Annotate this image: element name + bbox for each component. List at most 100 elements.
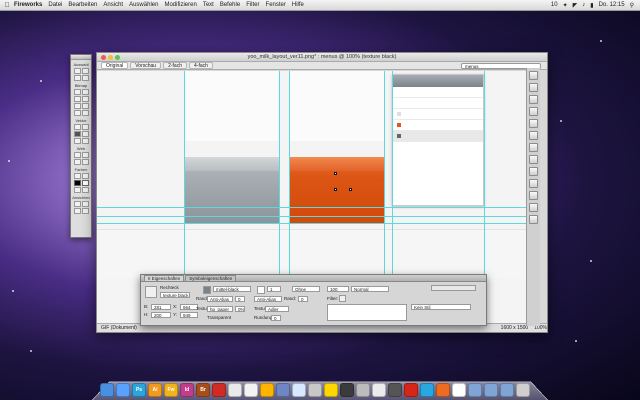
paint-bucket-tool-icon[interactable] [81,173,89,179]
adium-icon[interactable] [324,383,338,397]
menu-filter[interactable]: Filter [246,2,259,8]
hide-slices-icon[interactable] [73,159,81,165]
selection-handle[interactable] [334,188,337,191]
find-panel-icon[interactable] [529,203,538,212]
h-field[interactable]: 200 [151,312,171,318]
default-colors-icon[interactable] [73,187,81,193]
layers-panel-icon[interactable] [529,83,538,92]
magic-wand-tool-icon[interactable] [73,96,81,102]
window-titlebar[interactable]: yoo_milk_layout_ver11.png* : menus @ 100… [97,53,547,62]
dropdown-menu-graphic[interactable] [392,74,484,206]
wifi-icon[interactable]: ◤ [573,2,578,9]
menu-datei[interactable]: Datei [48,2,62,8]
skype-icon[interactable] [420,383,434,397]
grey-button-graphic[interactable] [184,157,279,223]
tab-4-fach[interactable]: 4-fach [189,62,213,69]
lasso-tool-icon[interactable] [81,89,89,95]
bridge-icon[interactable]: Br [196,383,210,397]
tab-eigenschaften[interactable]: II Eigenschaften [144,275,185,281]
fill-color-swatch[interactable] [81,180,89,186]
fill-color-well[interactable] [203,286,211,294]
add-filter-icon[interactable] [339,295,346,302]
tools-palette-titlebar[interactable] [71,55,91,60]
bluetooth-icon[interactable]: ✦ [563,2,568,9]
blend-mode-select[interactable]: Normal [351,286,389,292]
slice-tool-icon[interactable] [81,152,89,158]
styles-panel-icon[interactable] [529,119,538,128]
align-panel-icon[interactable] [529,215,538,224]
orange-button-graphic[interactable] [289,157,384,223]
pencil-tool-icon[interactable] [73,103,81,109]
app-menu[interactable]: Fireworks [14,2,42,8]
color-mixer-icon[interactable] [529,155,538,164]
object-name-field[interactable]: texture black [160,292,190,298]
folder-icon[interactable] [484,383,498,397]
spotlight-icon[interactable]: ⚲ [630,2,634,9]
pencil-size-field[interactable]: 1 [267,286,281,292]
full-screen-icon[interactable] [81,201,89,207]
swatches-panel-icon[interactable] [529,167,538,176]
tab-original[interactable]: Original [101,62,129,69]
trash-icon[interactable] [516,383,530,397]
menu-ansicht[interactable]: Ansicht [103,2,123,8]
ical-icon[interactable] [356,383,370,397]
app-icon[interactable] [436,383,450,397]
tab-vorschau[interactable]: Vorschau [130,62,162,69]
app-icon[interactable] [452,383,466,397]
stroke-color-well[interactable] [257,286,265,294]
line-tool-icon[interactable] [73,124,81,130]
opacity-field[interactable]: 100 [327,286,349,292]
history-panel-icon[interactable] [529,107,538,116]
volume-icon[interactable]: ♪ [582,2,585,8]
folder-icon[interactable] [468,383,482,397]
frames-panel-icon[interactable] [529,95,538,104]
tab-2-fach[interactable]: 2-fach [163,62,187,69]
selection-handle[interactable] [334,172,337,175]
finder-icon[interactable] [100,383,114,397]
menu-auswaehlen[interactable]: Auswählen [129,2,158,8]
standard-screen-icon[interactable] [73,201,81,207]
optimize-panel-icon[interactable] [529,71,538,80]
fireworks-icon[interactable]: Fw [164,383,178,397]
acrobat-icon[interactable] [212,383,226,397]
minimize-window-button[interactable] [108,54,113,60]
filter-list[interactable] [327,304,407,321]
textedit-icon[interactable] [228,383,242,397]
crop-tool-icon[interactable] [81,75,89,81]
calculator-icon[interactable] [340,383,354,397]
close-window-button[interactable] [101,54,106,60]
terminal-icon[interactable] [388,383,402,397]
marquee-tool-icon[interactable] [73,89,81,95]
freeform-tool-icon[interactable] [73,138,81,144]
knife-tool-icon[interactable] [81,138,89,144]
menu-befehle[interactable]: Befehle [220,2,240,8]
brush-tool-icon[interactable] [81,96,89,102]
style-preview-field[interactable] [431,285,476,291]
text-tool-icon[interactable] [81,131,89,137]
downloads-stack-icon[interactable] [500,383,514,397]
stamp-tool-icon[interactable] [81,110,89,116]
menu-hilfe[interactable]: Hilfe [292,2,304,8]
apple-menu-icon[interactable]:  [0,2,14,9]
info-panel-icon[interactable] [529,179,538,188]
stroke-kind-select[interactable]: Ohne [292,286,320,292]
indesign-icon[interactable]: Id [180,383,194,397]
edge-select[interactable]: Anti-Alias [207,296,233,302]
illustrator-icon[interactable]: Ai [148,383,162,397]
eyedropper-tool-icon[interactable] [73,173,81,179]
tab-symboleigenschaften[interactable]: Symboleigenschaften [185,275,237,281]
subselect-tool-icon[interactable] [81,68,89,74]
guide-line[interactable] [97,216,527,217]
selection-handle[interactable] [349,188,352,191]
menubar-badge[interactable]: 10 [551,2,558,8]
stroke-pen-select[interactable]: Anti-Alias [254,296,282,302]
blur-tool-icon[interactable] [73,110,81,116]
firefox-icon[interactable] [260,383,274,397]
app-icon[interactable] [404,383,418,397]
stroke-color-swatch[interactable] [73,180,81,186]
stroke-texture-select[interactable]: Adler [265,306,289,312]
zoom-tool-icon[interactable] [81,208,89,214]
url-panel-icon[interactable] [529,143,538,152]
menu-bearbeiten[interactable]: Bearbeiten [68,2,97,8]
menu-text[interactable]: Text [203,2,214,8]
